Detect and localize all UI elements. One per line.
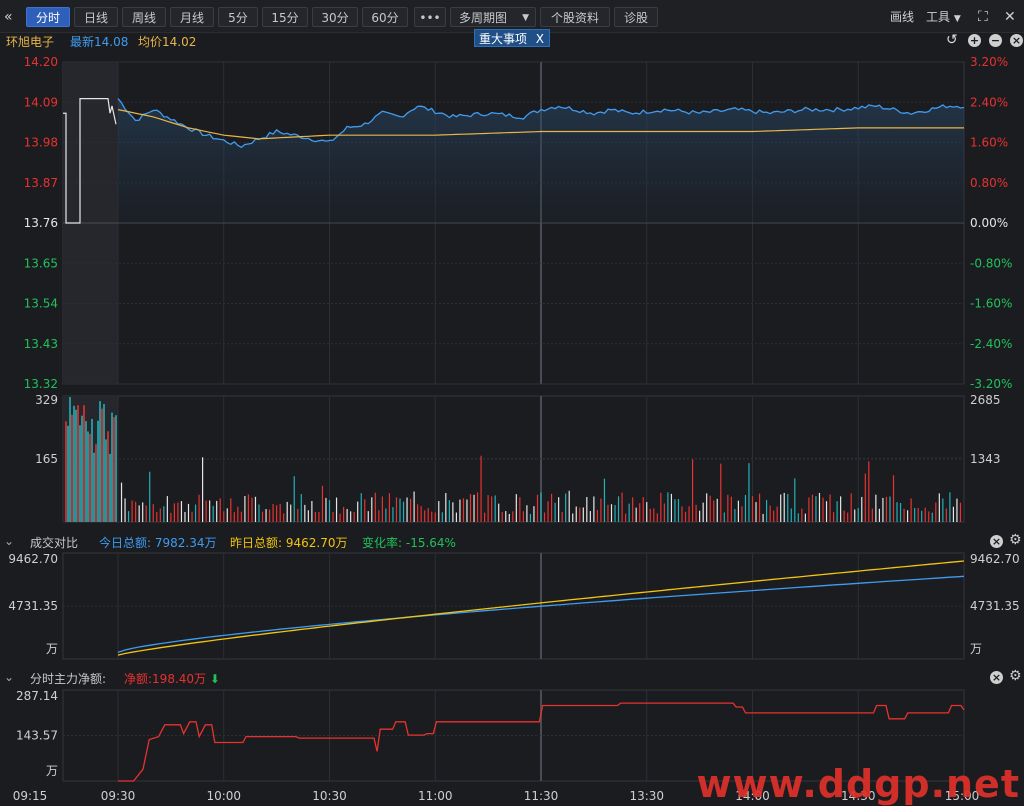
volume-panel: [65, 397, 962, 522]
netflow-tick-label: 287.14: [16, 689, 58, 703]
gear-icon[interactable]: ⚙: [1009, 668, 1022, 684]
price-tick-label: 13.43: [24, 337, 58, 351]
compare-tick-label: 9462.70: [8, 552, 58, 566]
price-tick-label: 13.87: [24, 176, 58, 190]
time-tick-label: 11:30: [524, 789, 559, 803]
volume-tick-label: 329: [35, 393, 58, 407]
volume-right-tick-label: 1343: [970, 452, 1001, 466]
volume-tick-label: 165: [35, 452, 58, 466]
pct-tick-label: 3.20%: [970, 55, 1008, 69]
net-inflow-header: ⌄ 分时主力净额: 净额:198.40万 ⬇ × ⚙: [0, 667, 1024, 687]
price-tick-label: 13.65: [24, 256, 58, 270]
time-tick-label: 09:30: [101, 789, 136, 803]
pct-tick-label: -0.80%: [970, 256, 1012, 270]
compare-tick-label: 万: [46, 642, 58, 656]
pct-tick-label: 0.80%: [970, 176, 1008, 190]
change-rate: 变化率: -15.64%: [362, 534, 456, 551]
today-total-label: 今日总额:: [99, 536, 152, 550]
price-panel: [63, 97, 965, 224]
price-tick-label: 13.54: [24, 297, 58, 311]
turnover-compare-title: 成交对比: [30, 536, 79, 550]
down-arrow-icon: ⬇: [209, 672, 220, 686]
time-tick-label: 10:30: [312, 789, 347, 803]
turnover-compare-header: ⌄ 成交对比 今日总额: 7982.34万 昨日总额: 9462.70万 变化率…: [0, 531, 1024, 551]
pct-tick-label: -3.20%: [970, 377, 1012, 391]
compare-right-tick-label: 万: [970, 642, 982, 656]
today-total: 今日总额: 7982.34万: [99, 534, 217, 551]
pct-tick-label: -2.40%: [970, 337, 1012, 351]
gear-icon[interactable]: ⚙: [1009, 532, 1022, 548]
pct-tick-label: 1.60%: [970, 136, 1008, 150]
yesterday-total-label: 昨日总额:: [230, 536, 283, 550]
yesterday-total-value: 9462.70万: [285, 536, 348, 550]
today-total-value: 7982.34万: [154, 536, 217, 550]
price-tick-label: 14.20: [24, 55, 58, 69]
volume-right-tick-label: 2685: [970, 393, 1001, 407]
price-area: [118, 98, 964, 223]
net-inflow-title: 分时主力净额:: [30, 672, 107, 686]
price-tick-label: 13.76: [24, 216, 58, 230]
change-rate-value: -15.64%: [405, 536, 456, 550]
pct-tick-label: 0.00%: [970, 216, 1008, 230]
compare-right-tick-label: 4731.35: [970, 599, 1020, 613]
netflow-tick-label: 万: [46, 764, 58, 778]
change-rate-label: 变化率:: [362, 536, 403, 550]
time-tick-label: 11:00: [418, 789, 453, 803]
time-tick-label: 13:30: [629, 789, 664, 803]
yesterday-total: 昨日总额: 9462.70万: [230, 534, 348, 551]
net-amount-value: 198.40万: [152, 672, 207, 686]
compare-tick-label: 4731.35: [8, 599, 58, 613]
time-tick-label: 10:00: [206, 789, 241, 803]
collapse-icon[interactable]: ⌄: [4, 534, 14, 548]
time-tick-label: 09:15: [13, 789, 48, 803]
netflow-tick-label: 143.57: [16, 729, 58, 743]
pct-tick-label: 2.40%: [970, 95, 1008, 109]
watermark: www.ddgp.net: [696, 762, 1020, 806]
close-icon[interactable]: ×: [990, 671, 1003, 684]
price-tick-label: 14.09: [24, 95, 58, 109]
collapse-icon[interactable]: ⌄: [4, 670, 14, 684]
net-amount: 净额:198.40万 ⬇: [124, 670, 220, 687]
close-icon[interactable]: ×: [990, 535, 1003, 548]
compare-right-tick-label: 9462.70: [970, 552, 1020, 566]
net-amount-label: 净额:: [124, 672, 153, 686]
pct-tick-label: -1.60%: [970, 297, 1012, 311]
price-tick-label: 13.32: [24, 377, 58, 391]
price-tick-label: 13.98: [24, 136, 58, 150]
